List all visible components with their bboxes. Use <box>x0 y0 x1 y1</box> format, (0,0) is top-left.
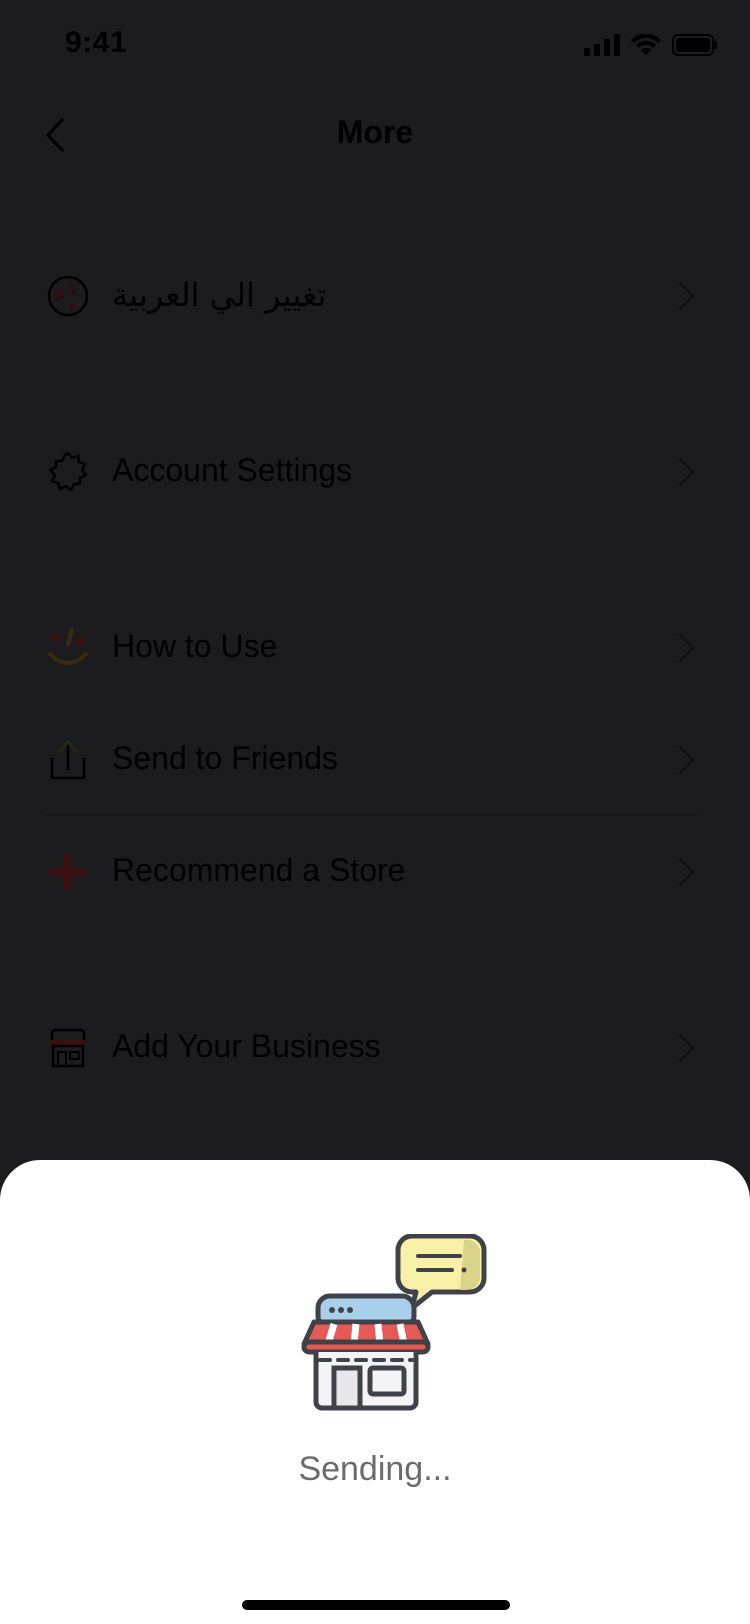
menu-item-account-settings[interactable]: Account Settings <box>0 422 750 522</box>
home-indicator <box>242 1600 510 1610</box>
menu-item-label: Recommend a Store <box>112 852 406 888</box>
share-icon <box>50 739 86 780</box>
menu-item-send-to-friends[interactable]: Send to Friends <box>0 710 750 810</box>
battery-icon <box>672 34 717 56</box>
menu-item-add-your-business[interactable]: Add Your Business <box>0 998 750 1098</box>
menu-item-recommend-a-store[interactable]: Recommend a Store <box>0 822 750 922</box>
more-screen: 9:41 More تغيير الي العربية Account Sett… <box>0 0 750 1624</box>
chevron-right-icon <box>678 745 695 775</box>
wifi-icon <box>631 34 661 55</box>
sending-status-text: Sending... <box>298 1450 452 1488</box>
chevron-right-icon <box>678 1033 695 1063</box>
chevron-right-icon <box>678 633 695 663</box>
page-title: More <box>336 114 414 150</box>
status-bar: 9:41 <box>0 0 750 90</box>
signal-icon <box>584 34 620 56</box>
divider <box>46 815 702 816</box>
globe-icon <box>47 275 89 317</box>
sending-sheet: Sending... <box>0 1160 750 1624</box>
gear-icon <box>48 451 88 492</box>
chevron-right-icon <box>678 281 695 311</box>
menu-item-language[interactable]: تغيير الي العربية <box>0 246 750 346</box>
store-icon <box>50 1028 86 1068</box>
chevron-right-icon <box>678 457 695 487</box>
status-icons <box>584 34 718 56</box>
menu-item-label: Send to Friends <box>112 740 338 776</box>
chevron-right-icon <box>678 857 695 887</box>
menu-item-label: Account Settings <box>112 452 353 488</box>
menu-item-label: Add Your Business <box>112 1028 381 1064</box>
nav-bar: More <box>0 90 750 180</box>
smile-icon <box>48 628 88 665</box>
menu-item-label: تغيير الي العربية <box>112 276 327 314</box>
store-message-illustration <box>301 1234 487 1411</box>
status-time: 9:41 <box>65 26 128 59</box>
menu-item-label: How to Use <box>112 628 278 664</box>
plus-icon <box>50 854 86 890</box>
menu-item-how-to-use[interactable]: How to Use <box>0 598 750 698</box>
